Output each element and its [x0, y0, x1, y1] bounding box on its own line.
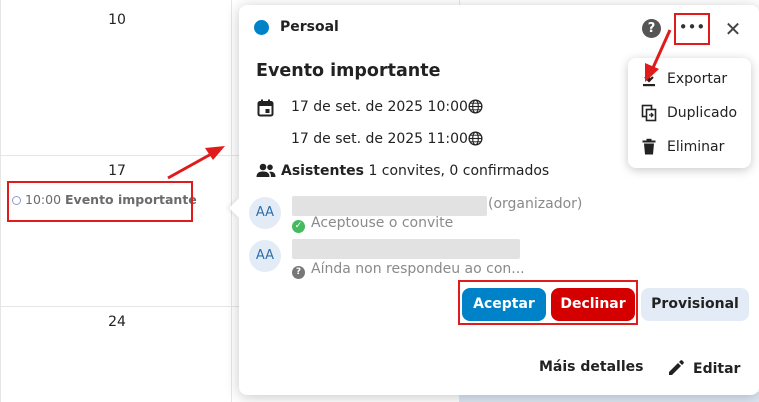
calendar-icon	[257, 99, 274, 117]
event-start: 17 de set. de 2025 10:00	[291, 99, 468, 115]
edit-button-label: Editar	[693, 361, 741, 377]
attendees-header: Asistentes 1 convites, 0 confirmados	[281, 163, 549, 179]
grid-line	[231, 0, 232, 402]
avatar: AA	[249, 197, 281, 229]
menu-item-duplicate[interactable]: Duplicado	[628, 96, 751, 130]
attendee-status: ✓ Aceptouse o convite	[292, 215, 453, 233]
day-number[interactable]: 17	[2, 163, 232, 179]
attendee-name-redacted	[292, 239, 520, 259]
edit-button[interactable]: Editar	[667, 359, 740, 377]
calendar-color-dot-icon	[254, 20, 269, 35]
attendee-status-text: Aínda non respondeu ao con...	[311, 261, 525, 277]
timezone-globe-icon[interactable]	[468, 99, 483, 114]
check-circle-icon: ✓	[292, 220, 305, 233]
attendees-label: Asistentes	[281, 163, 364, 179]
duplicate-icon	[641, 104, 657, 122]
timezone-globe-icon[interactable]	[468, 131, 483, 146]
question-circle-icon: ?	[292, 266, 305, 279]
attendees-summary: 1 convites, 0 confirmados	[368, 163, 550, 179]
day-number[interactable]: 24	[2, 314, 232, 330]
organizer-label: (organizador)	[488, 196, 583, 212]
download-icon	[643, 71, 655, 87]
people-icon	[256, 163, 276, 177]
annotation-box	[458, 280, 638, 325]
avatar: AA	[249, 240, 281, 272]
day-number[interactable]: 10	[2, 12, 232, 28]
menu-item-label: Eliminar	[667, 139, 725, 155]
menu-item-export[interactable]: Exportar	[628, 62, 751, 96]
event-end: 17 de set. de 2025 11:00	[291, 131, 468, 147]
event-title: Evento importante	[256, 61, 441, 81]
attendee-status-text: Aceptouse o convite	[311, 215, 454, 231]
annotation-box	[674, 13, 710, 45]
menu-item-label: Exportar	[667, 71, 728, 87]
trash-icon	[642, 138, 656, 155]
grid-line	[0, 0, 1, 402]
attendee-status: ? Aínda non respondeu ao con...	[292, 261, 525, 279]
more-details-button[interactable]: Máis detalles	[539, 359, 643, 375]
menu-item-label: Duplicado	[667, 105, 738, 121]
pencil-icon	[669, 360, 684, 375]
help-icon[interactable]: ?	[642, 19, 661, 38]
annotation-box	[7, 181, 193, 222]
close-button[interactable]: ✕	[721, 17, 745, 41]
tentative-button[interactable]: Provisional	[641, 288, 749, 321]
attendee-name-redacted	[292, 196, 487, 216]
menu-item-delete[interactable]: Eliminar	[628, 130, 751, 164]
more-actions-menu: Exportar Duplicado Eliminar	[628, 58, 751, 168]
calendar-name: Persoal	[280, 19, 339, 35]
